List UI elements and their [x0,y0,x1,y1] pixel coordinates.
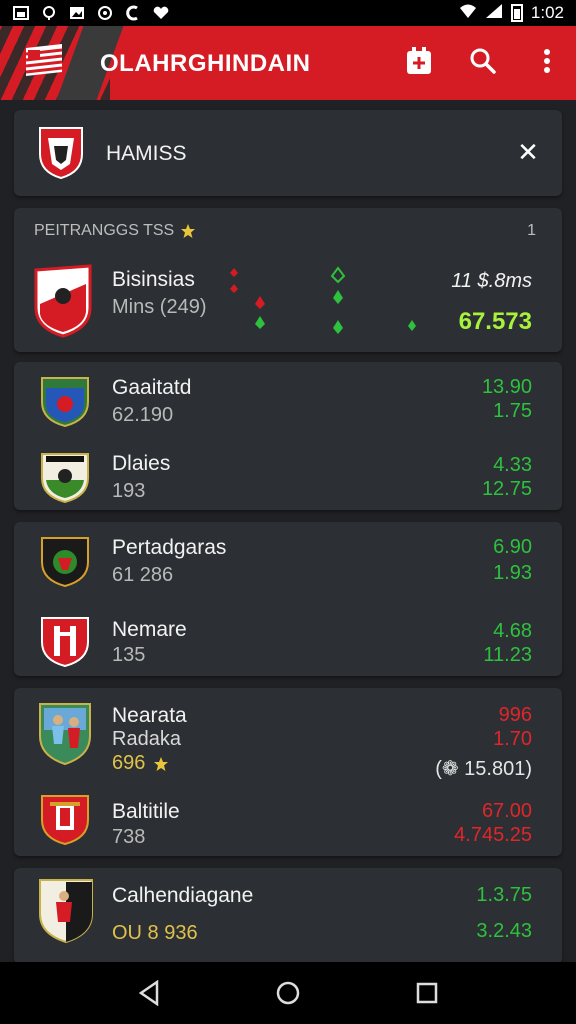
app-logo [25,44,63,76]
team-name: Calhendiagane [112,884,254,907]
more-options-button[interactable] [532,44,562,78]
match-card[interactable]: Nearata Radaka 696 996 1.70 (❁ 15.801) B… [14,688,562,856]
team-sub: 61 286 [112,564,174,586]
home-icon [276,981,300,1005]
close-button[interactable]: ✕ [516,137,540,167]
back-button[interactable] [133,977,165,1009]
team-crest [38,614,92,668]
status-sync-icon [96,5,114,21]
team-name: Dlaies [112,452,171,475]
odds-bottom: 1.93 [493,562,532,584]
team-crest [36,700,94,766]
featured-count: 1 [527,222,536,239]
trend-markers [230,266,416,334]
status-image-icon [68,5,86,21]
star-icon [154,756,169,771]
app-bar: OLAHRGHINDAIN [0,26,576,100]
team-sub: 193 [112,480,146,502]
add-event-icon [407,47,431,74]
search-button[interactable] [468,44,498,78]
featured-top-value: 11 $.8ms [451,270,532,292]
star-icon [181,224,196,238]
more-vert-icon [544,49,550,73]
team-sub: 738 [112,826,146,848]
recents-icon [416,982,437,1004]
add-event-button[interactable] [404,44,434,78]
odds-bottom: (❁ 15.801) [435,758,532,780]
featured-card[interactable]: PEITRANGGS TSS 1 Bisinsias Mins (249) 11… [14,208,562,352]
team-name: Baltitile [112,800,180,823]
team-sub: 135 [112,644,146,666]
team-crest [32,264,94,338]
odds-top: 67.00 [481,800,532,822]
team-crest [38,792,92,846]
wifi-icon [459,3,477,24]
team-name: Nearata [112,704,187,727]
team-sub: 62.190 [112,404,174,426]
heart-icon [152,5,170,21]
status-bar: 1:02 [0,0,576,26]
odds-bottom: 11.23 [483,644,532,666]
navigation-bar [0,962,576,1024]
search-icon [470,48,496,74]
odds-bottom: 1.75 [493,400,532,422]
odds-bottom: 3.2.43 [476,920,532,942]
status-time: 1:02 [530,3,564,22]
team-name: Gaaitatd [112,376,192,399]
odds-bottom: 12.75 [481,478,532,500]
odds-top: 4.33 [493,454,532,476]
app-title: OLAHRGHINDAIN [100,50,311,77]
back-icon [139,980,159,1006]
home-button[interactable] [272,977,304,1009]
team-crest [36,124,86,180]
match-card[interactable]: Gaaitatd 62.190 13.90 1.75 Dlaies 193 4.… [14,362,562,510]
featured-team-sub: Mins (249) [112,296,207,318]
match-card[interactable]: Pertadgaras 61 286 6.90 1.93 Nemare 135 … [14,522,562,676]
team-sub: Radaka [112,728,181,750]
team-crest [38,534,92,588]
match-card[interactable]: Calhendiagane OU 8 936 1.3.75 3.2.43 [14,868,562,964]
team-name: Pertadgaras [112,536,227,559]
odds-top: 4.68 [493,620,532,642]
status-app-icon [124,5,142,21]
odds-top: 6.90 [493,536,532,558]
close-icon: ✕ [517,137,539,167]
team-crest [36,876,96,944]
odds-bottom: 4.745.25 [454,824,532,846]
featured-header: PEITRANGGS TSS [34,222,175,239]
battery-icon [510,4,523,22]
odds-top: 996 [498,704,532,726]
team-filter-title: HAMISS [106,142,187,165]
team-name: Nemare [112,618,187,641]
featured-bottom-value: 67.573 [458,308,532,335]
team-filter-card[interactable]: HAMISS ✕ [14,110,562,196]
odds-top: 13.90 [481,376,532,398]
odds-mid: 1.70 [493,728,532,750]
recents-button[interactable] [411,977,443,1009]
odds-top: 1.3.75 [476,884,532,906]
team-crest [38,450,92,504]
status-notification-icon [40,5,58,21]
team-crest [38,374,92,428]
team-sub: OU 8 936 [112,922,198,944]
signal-icon [485,3,503,24]
featured-team-name: Bisinsias [112,268,195,291]
status-photo-icon [12,5,30,21]
team-extra: 696 [112,752,146,774]
